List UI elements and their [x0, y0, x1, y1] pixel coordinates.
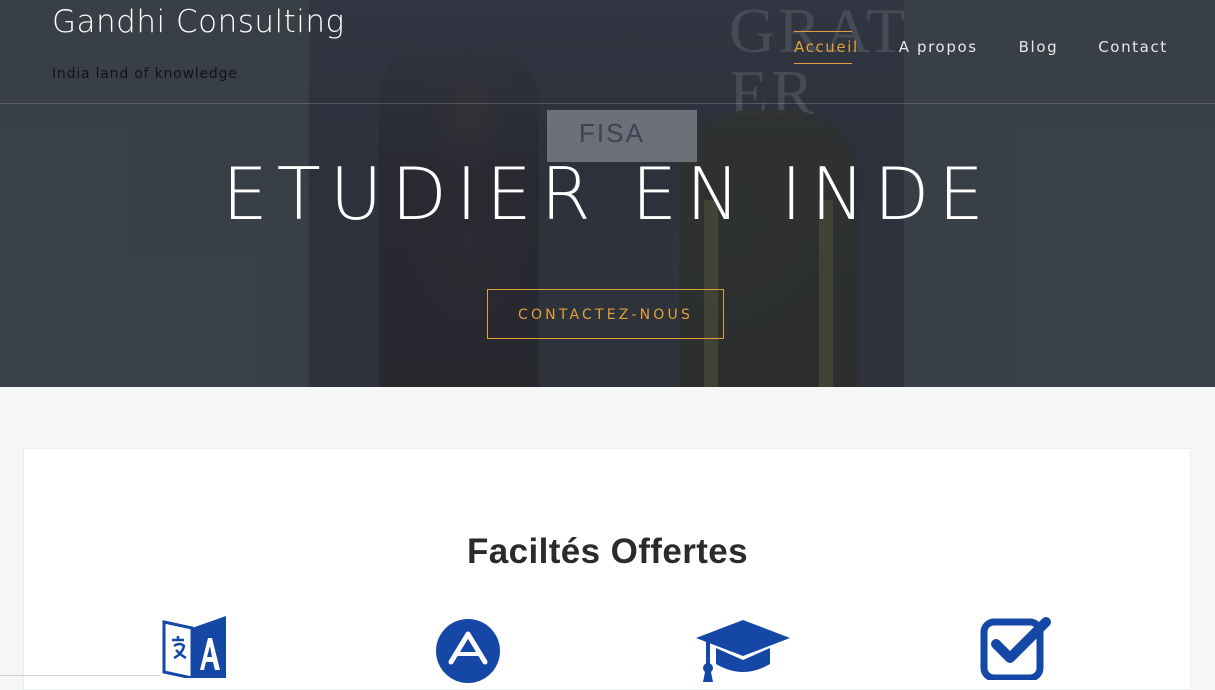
contact-us-button[interactable]: CONTACTEZ-NOUS: [487, 289, 724, 339]
nav-item-blog[interactable]: Blog: [1019, 38, 1059, 56]
graduation-cap-icon: [696, 620, 790, 682]
nav-item-a-propos[interactable]: A propos: [899, 38, 978, 56]
bottom-divider: [0, 675, 160, 676]
site-tagline: India land of knowledge: [52, 66, 238, 82]
hero-heading: ETUDIER EN INDE: [222, 152, 993, 236]
translation-icon: [162, 616, 226, 678]
nav-active-indicator-bottom: [794, 63, 852, 64]
app-store-icon: [436, 619, 500, 683]
nav-item-contact[interactable]: Contact: [1098, 38, 1168, 56]
nav-active-indicator-top: [794, 31, 852, 32]
header-divider: [0, 103, 1215, 104]
site-title[interactable]: Gandhi Consulting: [52, 4, 345, 40]
checkbox-icon: [980, 617, 1051, 680]
nav-item-accueil[interactable]: Accueil: [794, 38, 859, 56]
main-navigation: Accueil A propos Blog Contact: [794, 38, 1168, 56]
facilities-title: Faciltés Offertes: [466, 532, 749, 571]
